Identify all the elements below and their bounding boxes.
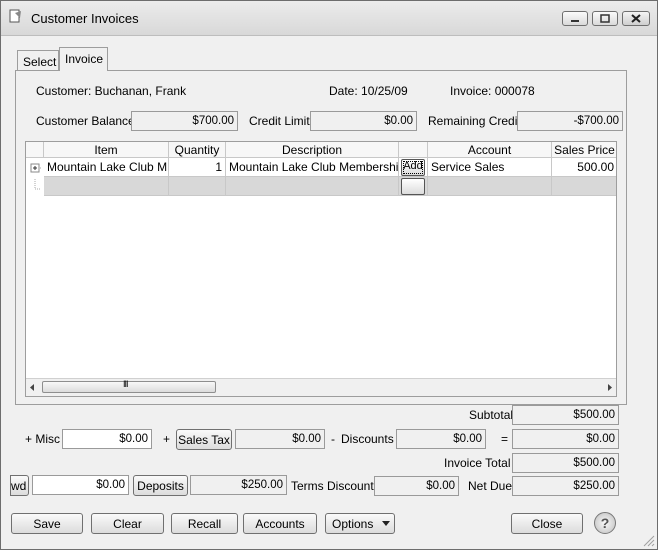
invoice-total-field: $500.00 <box>512 453 619 473</box>
row-sales-price-cell[interactable]: 500.00 <box>552 158 616 177</box>
scroll-thumb[interactable]: III <box>42 379 216 393</box>
deposits-button[interactable]: Deposits <box>133 475 188 496</box>
customer-label: Customer: Buchanan, Frank <box>36 84 187 98</box>
recall-button[interactable]: Recall <box>171 513 238 534</box>
new-sales-price-cell[interactable] <box>552 177 616 196</box>
discounts-field: $0.00 <box>396 429 486 449</box>
credit-limit-field: $0.00 <box>310 111 417 131</box>
sales-tax-button[interactable]: Sales Tax <box>176 429 232 450</box>
expand-row-button[interactable] <box>26 158 44 177</box>
equals-sign: = <box>501 432 509 446</box>
net-due-field: $250.00 <box>512 476 619 496</box>
row-indicator <box>26 177 44 196</box>
row-quantity-cell[interactable]: 1 <box>169 158 226 177</box>
invoice-number-label: Invoice: 000078 <box>450 84 535 98</box>
subtotal-label: Subtotal <box>469 408 514 422</box>
column-header-description[interactable]: Description <box>226 142 399 158</box>
new-quantity-cell[interactable] <box>169 177 226 196</box>
deposits-field: $250.00 <box>190 475 287 495</box>
new-item-cell[interactable] <box>44 177 169 196</box>
title-bar: Customer Invoices <box>1 1 657 36</box>
options-dropdown-button[interactable]: Options <box>325 513 395 534</box>
new-add-cell <box>399 177 428 196</box>
remaining-credit-label: Remaining Credit <box>428 114 521 128</box>
misc-label: + Misc <box>25 432 61 446</box>
dropdown-arrow-icon <box>382 521 390 526</box>
customer-balance-field: $700.00 <box>131 111 238 131</box>
scroll-grip: III <box>123 379 128 389</box>
new-account-cell[interactable] <box>428 177 552 196</box>
expand-plus-icon <box>30 163 44 173</box>
help-icon[interactable]: ? <box>594 512 616 534</box>
column-header-account[interactable]: Account <box>428 142 552 158</box>
window-close-button[interactable] <box>622 11 650 26</box>
subtotal-field: $500.00 <box>512 405 619 425</box>
tab-select[interactable]: Select <box>17 50 59 72</box>
new-row-add-button[interactable] <box>401 178 425 195</box>
terms-discount-field: $0.00 <box>374 476 459 496</box>
scroll-right-icon[interactable] <box>606 383 614 392</box>
row-account-cell[interactable]: Service Sales <box>428 158 552 177</box>
row-description-cell[interactable]: Mountain Lake Club Membershi <box>226 158 399 177</box>
save-button[interactable]: Save <box>11 513 83 534</box>
row-item-cell[interactable]: Mountain Lake Club M <box>44 158 169 177</box>
customer-invoices-window: Customer Invoices Select Invoice Custome… <box>0 0 658 550</box>
horizontal-scrollbar[interactable]: III <box>26 378 616 396</box>
forward-amount-field[interactable]: $0.00 <box>32 475 129 495</box>
date-label: Date: 10/25/09 <box>329 84 408 98</box>
column-header-quantity[interactable]: Quantity <box>169 142 226 158</box>
minimize-button[interactable] <box>562 11 588 26</box>
forward-button[interactable]: wd <box>10 475 29 496</box>
close-button[interactable]: Close <box>511 513 583 534</box>
scroll-left-icon[interactable] <box>28 383 36 392</box>
resize-grip-icon[interactable] <box>641 533 655 547</box>
invoice-total-label: Invoice Total <box>444 456 511 470</box>
app-icon <box>9 9 21 23</box>
sales-tax-field: $0.00 <box>235 429 325 449</box>
customer-balance-label: Customer Balance <box>36 114 135 128</box>
minimize-icon <box>571 20 579 22</box>
column-header-sales-price[interactable]: Sales Price <box>552 142 616 158</box>
accounts-button[interactable]: Accounts <box>243 513 317 534</box>
window-title: Customer Invoices <box>31 11 139 26</box>
row-header-column <box>26 142 44 158</box>
clear-button[interactable]: Clear <box>91 513 164 534</box>
plus-sign: + <box>163 432 171 446</box>
add-button[interactable]: Add <box>401 159 425 176</box>
remaining-credit-field: -$700.00 <box>517 111 623 131</box>
column-header-add[interactable] <box>399 142 428 158</box>
column-header-item[interactable]: Item <box>44 142 169 158</box>
terms-discount-label: Terms Discount <box>291 479 374 493</box>
line-items-grid[interactable]: Item Quantity Description Account Sales … <box>25 141 617 397</box>
minus-sign: - <box>331 432 335 446</box>
discounts-label: Discounts <box>341 432 394 446</box>
options-label: Options <box>332 517 374 531</box>
maximize-icon <box>600 14 610 23</box>
maximize-button[interactable] <box>592 11 618 26</box>
net-due-label: Net Due <box>468 479 513 493</box>
after-discount-field: $0.00 <box>512 429 619 449</box>
tab-invoice[interactable]: Invoice <box>59 47 108 71</box>
credit-limit-label: Credit Limit <box>249 114 310 128</box>
close-icon <box>631 14 641 23</box>
misc-field[interactable]: $0.00 <box>62 429 152 449</box>
new-description-cell[interactable] <box>226 177 399 196</box>
row-add-cell: Add <box>399 158 428 177</box>
tree-line-icon <box>34 179 44 190</box>
